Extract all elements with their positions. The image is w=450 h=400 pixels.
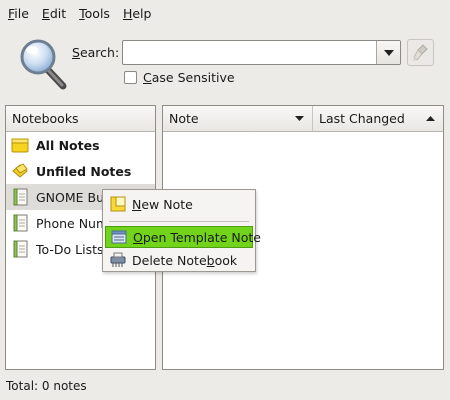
- shredder-icon: [110, 252, 126, 267]
- notebook-icon: [13, 240, 28, 258]
- search-combo: [122, 40, 401, 65]
- menu-item-new-note[interactable]: New Note: [105, 193, 253, 215]
- menubar: File Edit Tools Help: [0, 0, 450, 26]
- notebook-icon: [13, 214, 28, 232]
- notebook-icon: [13, 188, 28, 206]
- template-note-icon: [111, 230, 127, 244]
- notebook-label: Unfiled Notes: [36, 163, 132, 179]
- menu-tools-label: ools: [84, 5, 110, 21]
- notebook-label: GNOME Bu: [36, 189, 105, 205]
- chevron-down-icon: [383, 49, 394, 56]
- column-last-changed[interactable]: Last Changed: [313, 106, 443, 131]
- notebooks-header[interactable]: Notebooks: [6, 106, 155, 132]
- menu-edit-label: dit: [49, 5, 67, 21]
- notebook-item-all-notes[interactable]: All Notes: [6, 132, 155, 158]
- menu-separator: [109, 221, 249, 222]
- notes-header: Note Last Changed: [163, 106, 443, 132]
- magnifier-icon: [18, 38, 68, 90]
- clear-search-button[interactable]: [407, 39, 434, 66]
- menu-help-label: elp: [132, 5, 152, 21]
- sort-down-icon: [295, 116, 304, 121]
- column-note[interactable]: Note: [163, 106, 313, 131]
- menu-edit[interactable]: Edit: [38, 2, 70, 25]
- case-sensitive-label[interactable]: Case Sensitive: [143, 70, 235, 85]
- sort-up-icon: [426, 116, 435, 121]
- column-last-changed-label: Last Changed: [319, 111, 405, 126]
- menu-edit-accel: E: [41, 5, 50, 21]
- column-note-label: Note: [169, 111, 199, 126]
- case-sensitive-checkbox[interactable]: [124, 71, 137, 84]
- new-note-icon: [110, 196, 126, 212]
- menu-item-open-template-note[interactable]: Open Template Note: [105, 226, 261, 248]
- unfiled-notes-icon: [12, 163, 28, 178]
- menu-item-delete-notebook[interactable]: Delete Notebook: [105, 249, 253, 271]
- notes-folder-icon: [11, 138, 29, 153]
- notebooks-header-label: Notebooks: [12, 111, 79, 126]
- menu-file-label: ile: [14, 5, 29, 21]
- menu-tools[interactable]: Tools: [75, 2, 114, 25]
- notebook-label: To-Do Lists: [36, 241, 104, 257]
- notebook-item-unfiled-notes[interactable]: Unfiled Notes: [6, 158, 155, 184]
- notebook-label: Phone Num: [36, 215, 109, 231]
- broom-icon: [412, 43, 428, 61]
- menu-help-accel: H: [122, 5, 133, 21]
- status-text: Total: 0 notes: [6, 379, 87, 393]
- search-history-dropdown[interactable]: [376, 41, 400, 64]
- menu-help[interactable]: Help: [119, 2, 156, 25]
- search-input[interactable]: [123, 41, 375, 64]
- notebook-context-menu: New Note Open Template Note Delete Noteb…: [102, 189, 261, 272]
- menu-file[interactable]: File: [4, 2, 33, 25]
- notebook-label: All Notes: [36, 137, 100, 153]
- search-label: Search:: [72, 45, 120, 60]
